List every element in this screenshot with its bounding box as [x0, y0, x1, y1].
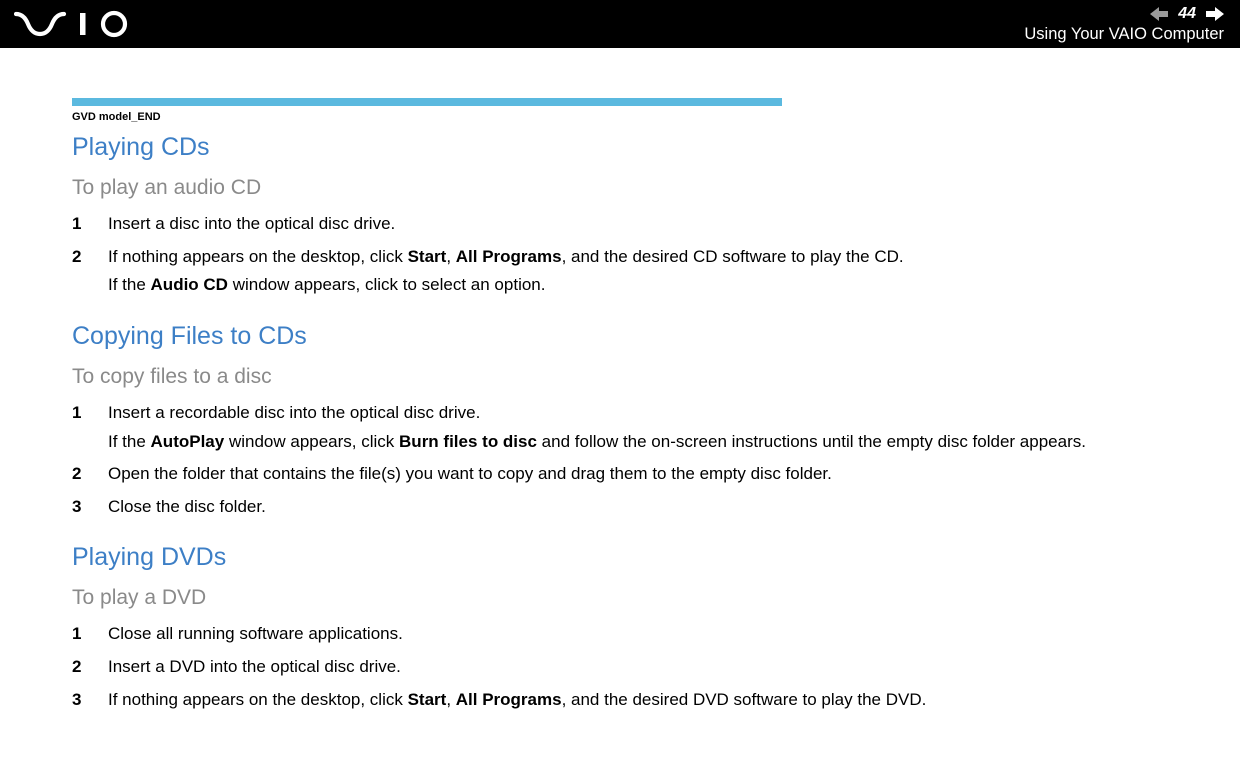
step-number: 2 [72, 655, 108, 680]
step-subline: If the Audio CD window appears, click to… [108, 273, 1184, 298]
step-number: 3 [72, 495, 108, 520]
section-subheading: To copy files to a disc [72, 365, 1184, 389]
page-content: GVD model_END Playing CDs To play an aud… [0, 48, 1240, 766]
nav-prev-icon[interactable] [1150, 7, 1168, 21]
step-item: 2 Open the folder that contains the file… [72, 462, 1184, 487]
model-tag: GVD model_END [72, 98, 1184, 123]
page-nav: 44 [1150, 5, 1224, 23]
step-line: If nothing appears on the desktop, click… [108, 247, 904, 266]
section-subheading: To play a DVD [72, 586, 1184, 610]
document-header: 44 Using Your VAIO Computer [0, 0, 1240, 48]
step-text: Insert a disc into the optical disc driv… [108, 212, 1184, 237]
step-list: 1 Insert a disc into the optical disc dr… [72, 212, 1184, 298]
step-subline: If the AutoPlay window appears, click Bu… [108, 430, 1184, 455]
step-number: 1 [72, 622, 108, 647]
section-subheading: To play an audio CD [72, 176, 1184, 200]
nav-next-icon[interactable] [1206, 7, 1224, 21]
section-heading: Playing CDs [72, 133, 1184, 162]
step-line: Insert a recordable disc into the optica… [108, 403, 480, 422]
section-heading: Playing DVDs [72, 543, 1184, 572]
step-number: 1 [72, 212, 108, 237]
step-item: 2 If nothing appears on the desktop, cli… [72, 245, 1184, 298]
step-text: Close the disc folder. [108, 495, 1184, 520]
step-text: Insert a recordable disc into the optica… [108, 401, 1184, 454]
step-item: 1 Insert a recordable disc into the opti… [72, 401, 1184, 454]
step-text: If nothing appears on the desktop, click… [108, 245, 1184, 298]
step-number: 1 [72, 401, 108, 426]
step-number: 2 [72, 462, 108, 487]
vaio-logo [14, 0, 154, 48]
step-list: 1 Close all running software application… [72, 622, 1184, 712]
breadcrumb: Using Your VAIO Computer [1024, 25, 1224, 44]
step-item: 3 If nothing appears on the desktop, cli… [72, 688, 1184, 713]
section-heading: Copying Files to CDs [72, 322, 1184, 351]
step-text: If nothing appears on the desktop, click… [108, 688, 1184, 713]
step-list: 1 Insert a recordable disc into the opti… [72, 401, 1184, 520]
tag-accent-bar [72, 98, 782, 106]
step-item: 1 Close all running software application… [72, 622, 1184, 647]
step-text: Open the folder that contains the file(s… [108, 462, 1184, 487]
step-text: Close all running software applications. [108, 622, 1184, 647]
step-text: Insert a DVD into the optical disc drive… [108, 655, 1184, 680]
step-item: 3 Close the disc folder. [72, 495, 1184, 520]
step-item: 2 Insert a DVD into the optical disc dri… [72, 655, 1184, 680]
step-item: 1 Insert a disc into the optical disc dr… [72, 212, 1184, 237]
tag-label: GVD model_END [72, 111, 1184, 123]
step-number: 2 [72, 245, 108, 270]
page-number: 44 [1178, 5, 1196, 23]
step-number: 3 [72, 688, 108, 713]
